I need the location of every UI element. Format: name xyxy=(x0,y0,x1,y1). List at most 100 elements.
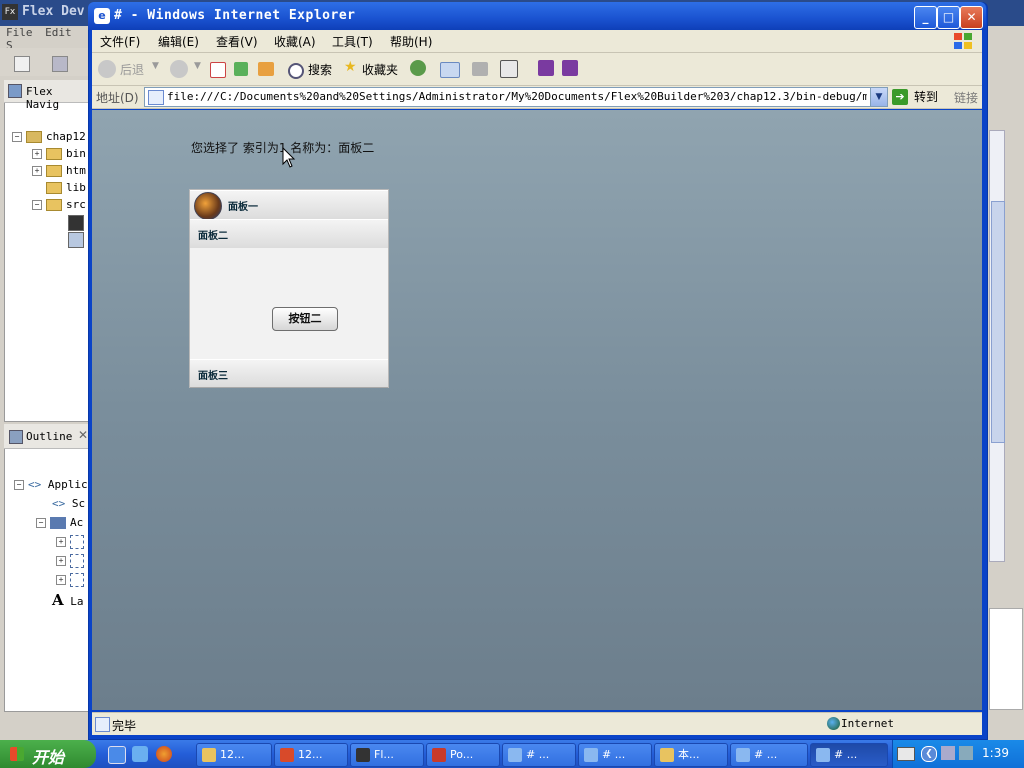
minimize-button[interactable]: _ xyxy=(914,6,937,29)
task-ie-active[interactable]: # ... xyxy=(810,743,888,767)
expand-icon[interactable]: + xyxy=(32,166,42,176)
address-dropdown-icon[interactable]: ▼ xyxy=(870,88,887,106)
tree-item-bin[interactable]: + bin xyxy=(32,147,86,160)
close-button[interactable]: ✕ xyxy=(960,6,983,29)
search-button-label[interactable]: 搜索 xyxy=(308,61,332,78)
task-powerpoint-po[interactable]: Po... xyxy=(426,743,500,767)
save-icon[interactable] xyxy=(52,56,68,72)
folder-icon xyxy=(46,165,62,177)
menu-edit[interactable]: 编辑(E) xyxy=(158,33,199,50)
address-input[interactable]: file:///C:/Documents%20and%20Settings/Ad… xyxy=(144,87,888,107)
outline-item-accordion[interactable]: − Ac xyxy=(36,516,83,529)
button-two[interactable]: 按钮二 xyxy=(272,307,338,331)
go-button[interactable]: ➔ 转到 xyxy=(892,88,938,106)
ie-titlebar[interactable]: e # - Windows Internet Explorer _ □ ✕ xyxy=(88,2,986,30)
background-app-toolbar xyxy=(0,48,90,76)
back-arrow-icon[interactable] xyxy=(98,60,116,78)
taskbar: 开始 12... 12... Fl... Po... # ... # ... 本… xyxy=(0,740,1024,768)
accordion-header-panel-3[interactable]: 面板三 xyxy=(190,359,388,388)
task-ie-2[interactable]: # ... xyxy=(578,743,652,767)
tree-item-src[interactable]: − src xyxy=(32,198,86,211)
expand-icon[interactable]: + xyxy=(56,575,66,585)
canvas-icon xyxy=(70,554,84,568)
outline-item-panel-3[interactable]: + xyxy=(56,573,84,587)
collapse-icon[interactable]: − xyxy=(12,132,22,142)
start-button[interactable]: 开始 xyxy=(0,740,96,768)
outline-item-application[interactable]: − <> Applic xyxy=(14,478,88,491)
new-file-icon[interactable] xyxy=(14,56,30,72)
print-icon[interactable] xyxy=(472,62,488,76)
bg-menu-file[interactable]: File xyxy=(6,26,33,39)
task-ie-1[interactable]: # ... xyxy=(502,743,576,767)
close-view-icon[interactable]: ✕ xyxy=(78,428,88,442)
accordion-header-panel-1[interactable]: 面板一 xyxy=(190,190,388,220)
editor-scrollbar[interactable] xyxy=(989,130,1005,562)
ie-icon xyxy=(736,748,750,762)
stop-icon[interactable] xyxy=(210,62,226,78)
ie-quicklaunch-icon[interactable] xyxy=(132,746,148,762)
tree-item-htm[interactable]: + htm xyxy=(32,164,86,177)
windows-flag-icon xyxy=(10,747,24,761)
mail-icon[interactable] xyxy=(440,62,460,78)
expand-icon[interactable]: + xyxy=(56,556,66,566)
collapse-icon[interactable]: − xyxy=(14,480,24,490)
task-powerpoint-12[interactable]: 12... xyxy=(274,743,348,767)
accordion-header-panel-2[interactable]: 面板二 xyxy=(190,219,388,249)
address-url[interactable]: file:///C:/Documents%20and%20Settings/Ad… xyxy=(167,90,867,103)
outline-item-panel-2[interactable]: + xyxy=(56,554,84,568)
ie-page-icon: e xyxy=(94,8,110,24)
ie-toolbar: 后退 ▼ ▼ 搜索 ★ 收藏夹 xyxy=(92,53,982,86)
tree-item-chap12[interactable]: − chap12 xyxy=(12,130,86,143)
clock[interactable]: 1:39 xyxy=(982,746,1009,760)
outline-item-label[interactable]: A La xyxy=(52,591,84,609)
task-folder-ben[interactable]: 本... xyxy=(654,743,728,767)
task-ie-3[interactable]: # ... xyxy=(730,743,808,767)
back-dropdown-icon[interactable]: ▼ xyxy=(152,61,159,71)
canvas-icon xyxy=(70,535,84,549)
back-button-label[interactable]: 后退 xyxy=(120,61,144,78)
menu-tools[interactable]: 工具(T) xyxy=(332,33,373,50)
maximize-button[interactable]: □ xyxy=(937,6,960,29)
flex-builder-icon xyxy=(356,748,370,762)
menu-favorites[interactable]: 收藏(A) xyxy=(274,33,316,50)
history-icon[interactable] xyxy=(410,60,426,76)
onenote-icon[interactable] xyxy=(538,60,554,76)
outline-item-panel-1[interactable]: + xyxy=(56,535,84,549)
collapse-icon[interactable]: − xyxy=(36,518,46,528)
tray-expand-icon[interactable]: ❮ xyxy=(921,746,937,762)
onenote-send-icon[interactable] xyxy=(562,60,578,76)
menu-help[interactable]: 帮助(H) xyxy=(390,33,432,50)
background-app-title: Flex Dev xyxy=(22,4,85,19)
image-file-icon[interactable] xyxy=(68,232,84,248)
network-icon[interactable] xyxy=(959,746,973,760)
show-desktop-icon[interactable] xyxy=(108,746,126,764)
bg-menu-edit[interactable]: Edit xyxy=(45,26,72,39)
home-icon[interactable] xyxy=(258,62,274,76)
expand-icon[interactable]: + xyxy=(32,149,42,159)
mxml-file-icon[interactable] xyxy=(68,215,84,231)
menu-view[interactable]: 查看(V) xyxy=(216,33,258,50)
expand-icon[interactable]: + xyxy=(56,537,66,547)
task-folder-12-a[interactable]: 12... xyxy=(196,743,272,767)
folder-icon xyxy=(660,748,674,762)
refresh-icon[interactable] xyxy=(234,62,248,76)
search-icon[interactable] xyxy=(288,63,304,79)
forward-arrow-icon[interactable] xyxy=(170,60,188,78)
problems-panel-fragment xyxy=(989,608,1023,710)
excel-icon[interactable] xyxy=(500,60,518,78)
outline-item-script[interactable]: <> Sc xyxy=(52,497,85,510)
firefox-icon[interactable] xyxy=(156,746,172,762)
collapse-icon[interactable]: − xyxy=(32,200,42,210)
menu-file[interactable]: 文件(F) xyxy=(100,33,140,50)
tree-item-lib[interactable]: lib xyxy=(46,181,86,194)
volume-icon[interactable] xyxy=(941,746,955,760)
links-button[interactable]: 链接 xyxy=(954,89,978,106)
ie-address-bar: 地址(D) file:///C:/Documents%20and%20Setti… xyxy=(92,86,982,109)
favorites-button-label[interactable]: 收藏夹 xyxy=(362,61,398,78)
forward-dropdown-icon[interactable]: ▼ xyxy=(194,61,201,71)
favorites-star-icon[interactable]: ★ xyxy=(344,59,357,75)
scrollbar-thumb[interactable] xyxy=(991,201,1005,443)
canvas-icon xyxy=(70,573,84,587)
task-flex-builder[interactable]: Fl... xyxy=(350,743,424,767)
keyboard-icon[interactable] xyxy=(897,747,915,761)
